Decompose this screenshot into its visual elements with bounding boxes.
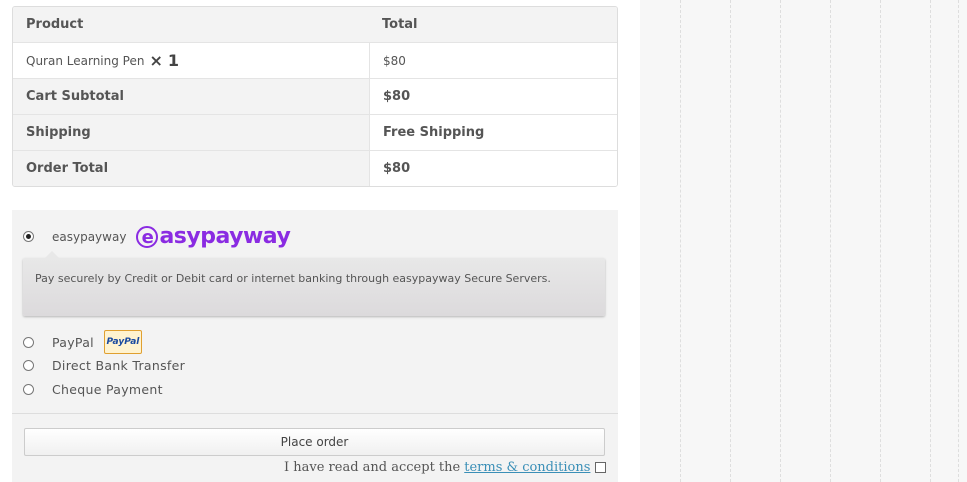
- subtotal-label: Cart Subtotal: [26, 89, 124, 104]
- payment-method-paypal[interactable]: PayPal PayPal: [23, 330, 142, 354]
- payment-method-cheque[interactable]: Cheque Payment: [23, 382, 163, 397]
- order-total-row: Order Total $80: [13, 150, 617, 186]
- shipping-label: Shipping: [26, 125, 91, 140]
- paypal-label[interactable]: PayPal: [52, 335, 94, 350]
- background-column-guides: [640, 0, 967, 482]
- terms-acceptance: I have read and accept the terms & condi…: [284, 460, 607, 475]
- quantity-times: ×: [149, 51, 163, 70]
- easypayway-radio[interactable]: [23, 231, 34, 242]
- product-total: $80: [383, 53, 406, 68]
- bank-transfer-radio[interactable]: [23, 360, 34, 371]
- total-header: Total: [382, 17, 418, 32]
- cheque-radio[interactable]: [23, 384, 34, 395]
- payment-method-bank-transfer[interactable]: Direct Bank Transfer: [23, 358, 185, 373]
- shipping-value: Free Shipping: [383, 125, 485, 140]
- easypayway-label[interactable]: easypayway: [52, 230, 126, 244]
- subtotal-row: Cart Subtotal $80: [13, 78, 617, 114]
- terms-link[interactable]: terms & conditions: [464, 460, 590, 475]
- order-review-table: Product Total Quran Learning Pen × 1 $80…: [12, 6, 618, 187]
- subtotal-value: $80: [383, 89, 411, 104]
- terms-prefix: I have read and accept the: [284, 460, 461, 475]
- easypayway-logo-icon: e asypayway: [136, 224, 291, 249]
- terms-checkbox[interactable]: [595, 462, 607, 473]
- product-name: Quran Learning Pen: [26, 53, 145, 68]
- product-header: Product: [26, 17, 84, 32]
- payment-description: Pay securely by Credit or Debit card or …: [23, 251, 605, 316]
- paypal-radio[interactable]: [23, 336, 34, 348]
- payment-methods-box: easypayway e asypayway Pay securely by Cr…: [12, 210, 618, 482]
- quantity-value: 1: [167, 51, 180, 70]
- payment-description-text: Pay securely by Credit or Debit card or …: [35, 272, 551, 285]
- order-total-label: Order Total: [26, 161, 109, 176]
- place-order-button[interactable]: Place order: [24, 428, 605, 456]
- paypal-logo-icon: PayPal: [103, 330, 142, 354]
- table-row: Quran Learning Pen × 1 $80: [13, 42, 617, 78]
- divider: [12, 413, 618, 414]
- cheque-label[interactable]: Cheque Payment: [52, 382, 163, 397]
- payment-method-easypayway[interactable]: easypayway e asypayway: [23, 224, 291, 249]
- order-total-value: $80: [383, 161, 411, 176]
- bank-transfer-label[interactable]: Direct Bank Transfer: [52, 358, 185, 373]
- shipping-row: Shipping Free Shipping: [13, 114, 617, 150]
- table-header-row: Product Total: [13, 7, 617, 42]
- paypal-badge-text: PayPal: [106, 337, 140, 347]
